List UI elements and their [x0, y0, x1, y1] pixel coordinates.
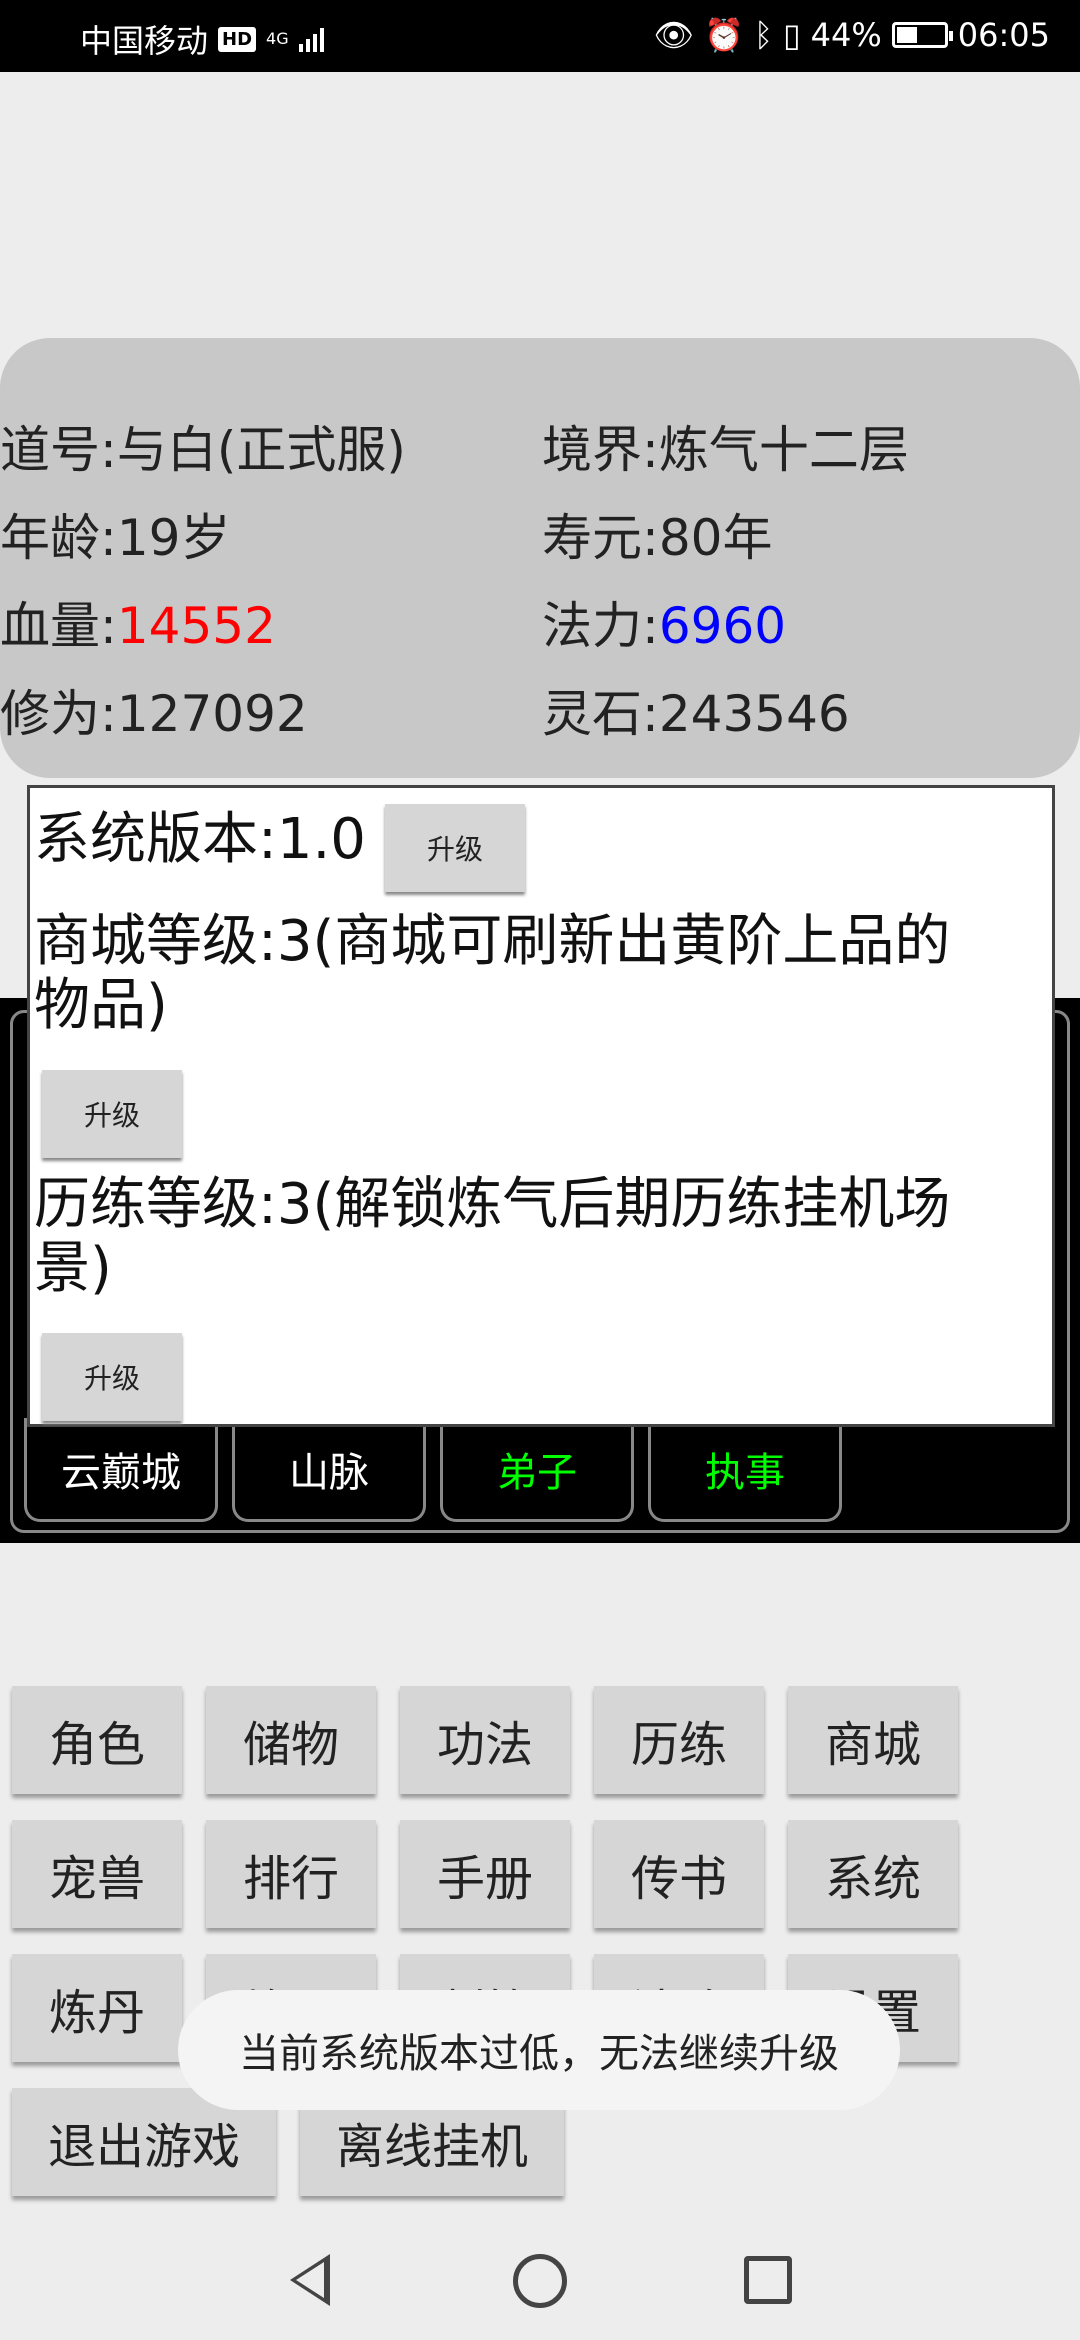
bluetooth-icon: ᛒ — [753, 16, 774, 54]
map-tab-shanmai[interactable]: 山脉 — [232, 1418, 426, 1522]
system-button[interactable]: 系统 — [788, 1820, 958, 1928]
carrier-name: 中国移动 — [80, 22, 209, 60]
battery-percent: 44% — [810, 16, 882, 54]
status-right: 👁 ⏰ ᛒ ▯ 44% 06:05 — [653, 16, 1050, 54]
pet-button[interactable]: 宠兽 — [12, 1820, 182, 1928]
hp-text: 血量:14552 — [0, 586, 276, 658]
upgrade-system-button[interactable]: 升级 — [385, 804, 525, 892]
vibrate-icon: ▯ — [783, 16, 801, 54]
shop-level-text-line1: 商城等级:3(商城可刷新出黄阶上品的 — [34, 909, 951, 974]
train-level-text-line1: 历练等级:3(解锁炼气后期历练挂机场 — [34, 1172, 951, 1237]
role-button[interactable]: 角色 — [12, 1686, 182, 1794]
upgrade-train-button[interactable]: 升级 — [42, 1333, 182, 1421]
back-icon[interactable] — [290, 2254, 330, 2306]
home-icon[interactable] — [513, 2254, 567, 2308]
network-type: 4G — [266, 29, 289, 48]
alchemy-button[interactable]: 炼丹 — [12, 1954, 182, 2062]
xiuwei-text: 修为:127092 — [0, 685, 308, 743]
character-info-panel: 道号:与白(正式服) 境界:炼气十二层 年龄:19岁 寿元:80年 血量:145… — [0, 338, 1080, 778]
toast-message: 当前系统版本过低，无法继续升级 — [178, 1990, 900, 2110]
jingjie-text: 境界:炼气十二层 — [542, 421, 909, 479]
hp-label: 血量: — [0, 597, 117, 655]
navigation-bar — [0, 2222, 1080, 2340]
alarm-icon: ⏰ — [704, 16, 744, 54]
shop-button[interactable]: 商城 — [788, 1686, 958, 1794]
system-version-text: 系统版本:1.0 — [34, 807, 366, 872]
storage-button[interactable]: 储物 — [206, 1686, 376, 1794]
status-left: 中国移动 HD 4G — [80, 16, 324, 62]
train-level-text-line2: 景) — [34, 1236, 112, 1301]
recent-apps-icon[interactable] — [744, 2256, 792, 2304]
signal-icon — [298, 26, 324, 52]
mp-label: 法力: — [542, 597, 659, 655]
message-button[interactable]: 传书 — [594, 1820, 764, 1928]
shop-level-text-line2: 物品) — [34, 973, 168, 1038]
hd-icon: HD — [218, 26, 257, 52]
ranking-button[interactable]: 排行 — [206, 1820, 376, 1928]
system-upgrade-dialog: 系统版本:1.0 升级 商城等级:3(商城可刷新出黄阶上品的 物品) 升级 历练… — [27, 785, 1055, 1427]
upgrade-shop-button[interactable]: 升级 — [42, 1070, 182, 1158]
skills-button[interactable]: 功法 — [400, 1686, 570, 1794]
clock: 06:05 — [957, 16, 1050, 54]
map-tab-zhishi[interactable]: 执事 — [648, 1418, 842, 1522]
lingshi-text: 灵石:243546 — [542, 685, 850, 743]
eye-icon: 👁 — [653, 16, 694, 54]
age-text: 年龄:19岁 — [0, 509, 231, 567]
status-bar: 中国移动 HD 4G 👁 ⏰ ᛒ ▯ 44% 06:05 — [0, 0, 1080, 72]
shouyuan-text: 寿元:80年 — [542, 509, 773, 567]
battery-icon — [891, 22, 953, 48]
hp-value: 14552 — [116, 597, 276, 655]
daohao-text: 道号:与白(正式服) — [0, 421, 406, 479]
mp-value: 6960 — [658, 597, 787, 655]
training-button[interactable]: 历练 — [594, 1686, 764, 1794]
map-tab-dizi[interactable]: 弟子 — [440, 1418, 634, 1522]
mp-text: 法力:6960 — [542, 586, 786, 658]
manual-button[interactable]: 手册 — [400, 1820, 570, 1928]
map-tab-yundiancheng[interactable]: 云巅城 — [24, 1418, 218, 1522]
